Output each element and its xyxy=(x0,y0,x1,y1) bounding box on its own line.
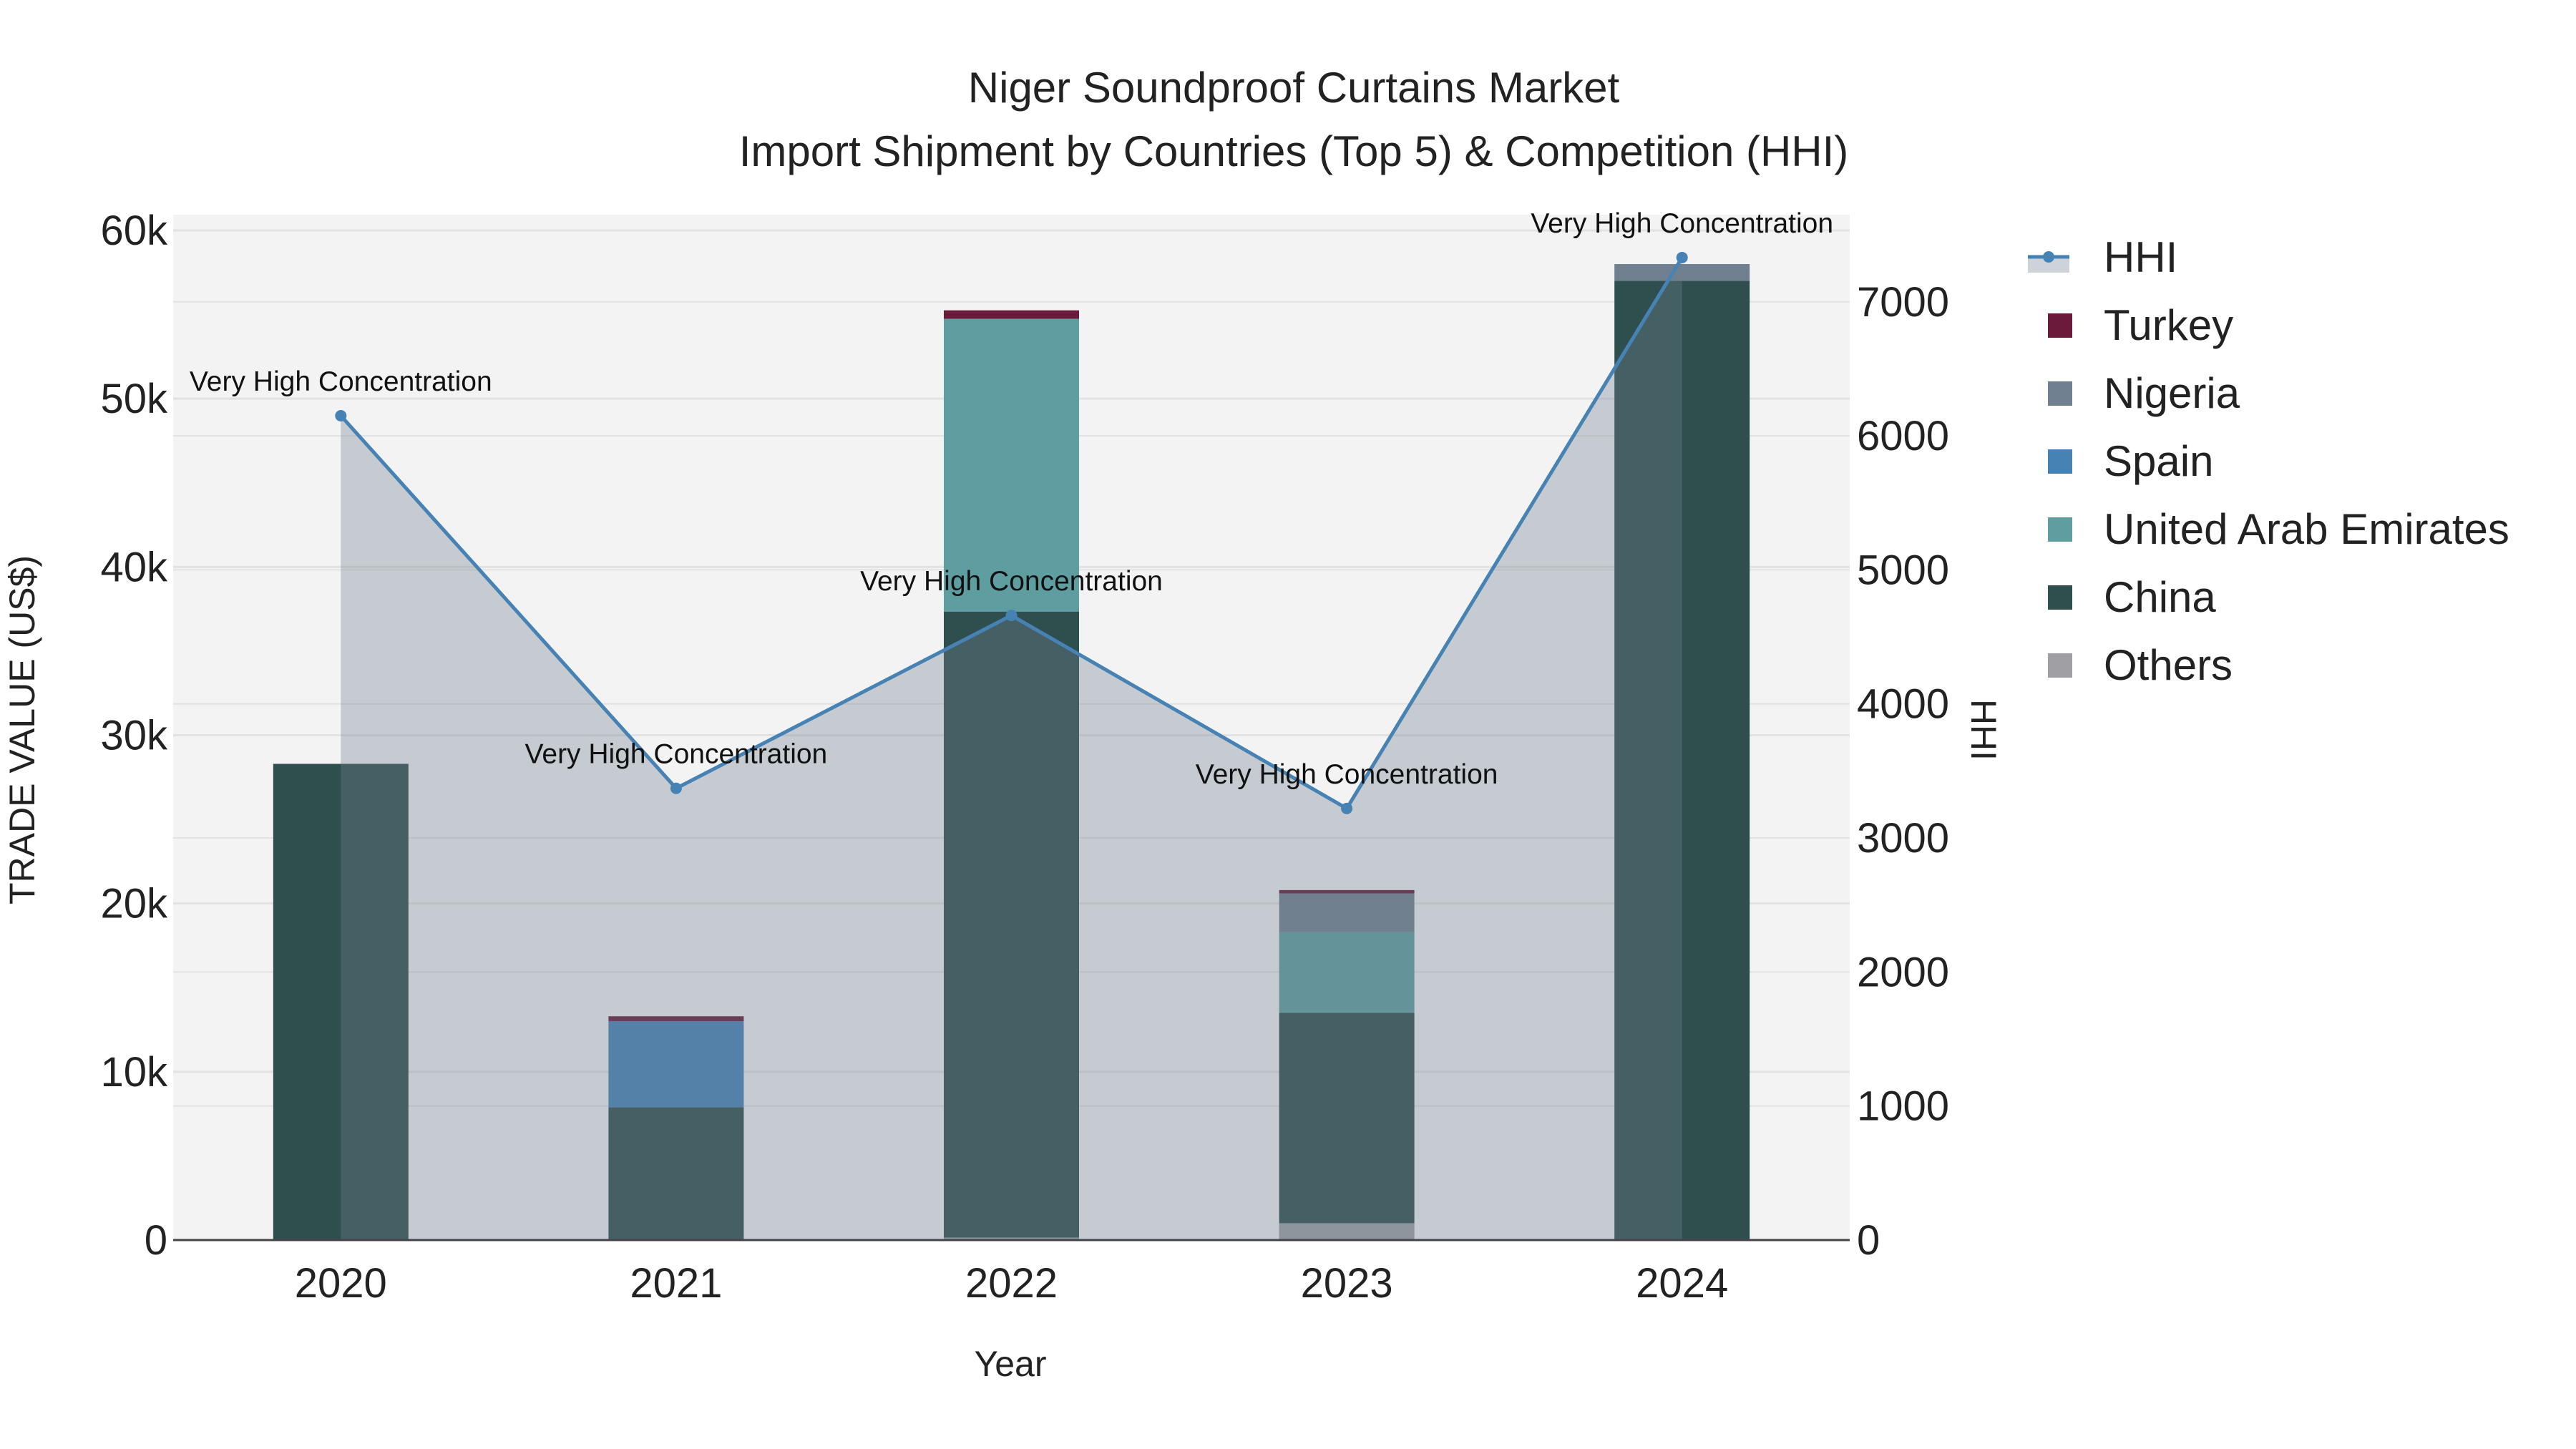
legend-item-hhi[interactable]: HHI xyxy=(2028,233,2177,281)
chart-subtitle: Import Shipment by Countries (Top 5) & C… xyxy=(739,127,1849,175)
x-tick-label: 2020 xyxy=(295,1260,387,1307)
legend-swatch xyxy=(2048,517,2072,542)
legend-label: China xyxy=(2104,573,2216,621)
legend-item-spain[interactable]: Spain xyxy=(2048,437,2213,485)
legend-swatch xyxy=(2048,313,2072,338)
hhi-annotation: Very High Concentration xyxy=(1531,208,1833,239)
hhi-point-2022 xyxy=(1005,610,1018,622)
hhi-annotation: Very High Concentration xyxy=(525,739,828,770)
legend-swatch xyxy=(2048,653,2072,678)
hhi-annotation: Very High Concentration xyxy=(1196,759,1498,790)
y-axis-ticks: 0 10k 20k 30k 40k 50k 60k xyxy=(100,208,168,1264)
legend-label: HHI xyxy=(2104,233,2177,281)
hhi-point-2021 xyxy=(670,782,682,794)
legend-item-china[interactable]: China xyxy=(2048,573,2216,621)
y-tick-label: 50k xyxy=(100,376,168,422)
hhi-point-2024 xyxy=(1676,251,1688,263)
legend-swatch xyxy=(2048,381,2072,406)
hhi-point-2023 xyxy=(1341,802,1353,814)
x-axis-title: Year xyxy=(974,1344,1046,1384)
legend-swatch xyxy=(2048,585,2072,610)
y-tick-label: 40k xyxy=(100,544,168,590)
x-tick-label: 2024 xyxy=(1636,1260,1728,1307)
legend-swatch-marker xyxy=(2043,251,2054,263)
legend-label: Turkey xyxy=(2104,301,2233,349)
legend-item-united-arab-emirates[interactable]: United Arab Emirates xyxy=(2048,505,2509,553)
y2-tick-label: 3000 xyxy=(1857,815,1949,862)
y2-axis-ticks: 0 1000 2000 3000 4000 5000 6000 7000 xyxy=(1857,279,1949,1264)
chart-title: Niger Soundproof Curtains Market xyxy=(968,64,1620,112)
y-tick-label: 0 xyxy=(145,1217,167,1264)
hhi-point-2020 xyxy=(335,409,347,421)
hhi-annotation: Very High Concentration xyxy=(190,366,492,397)
legend-label: United Arab Emirates xyxy=(2104,505,2509,553)
bar-turkey-2022 xyxy=(944,310,1079,319)
y-tick-label: 20k xyxy=(100,881,168,927)
x-tick-label: 2023 xyxy=(1301,1260,1393,1307)
x-tick-label: 2021 xyxy=(630,1260,722,1307)
x-tick-label: 2022 xyxy=(965,1260,1058,1307)
y-tick-label: 10k xyxy=(100,1049,168,1096)
hhi-annotation: Very High Concentration xyxy=(860,566,1163,597)
y2-tick-label: 7000 xyxy=(1857,279,1949,326)
y2-tick-label: 6000 xyxy=(1857,413,1949,459)
legend-label: Others xyxy=(2104,641,2233,689)
x-axis-ticks: 2020 2021 2022 2023 2024 xyxy=(295,1260,1728,1307)
legend-item-nigeria[interactable]: Nigeria xyxy=(2048,369,2240,417)
y2-tick-label: 2000 xyxy=(1857,949,1949,995)
y2-axis-title: HHI xyxy=(1963,699,2004,761)
y2-tick-label: 4000 xyxy=(1857,681,1949,728)
legend-item-turkey[interactable]: Turkey xyxy=(2048,301,2233,349)
y2-tick-label: 0 xyxy=(1857,1217,1880,1264)
legend-swatch xyxy=(2048,449,2072,474)
legend-item-others[interactable]: Others xyxy=(2048,641,2233,689)
legend: HHI Turkey Nigeria Spain United Arab Emirate… xyxy=(2028,233,2509,689)
y-tick-label: 30k xyxy=(100,713,168,759)
legend-label: Nigeria xyxy=(2104,369,2240,417)
y2-tick-label: 1000 xyxy=(1857,1083,1949,1130)
y-tick-label: 60k xyxy=(100,208,168,254)
legend-label: Spain xyxy=(2104,437,2213,485)
y-axis-title: TRADE VALUE (US$) xyxy=(2,555,42,904)
y2-tick-label: 5000 xyxy=(1857,547,1949,593)
chart: Very High Concentration Very High Concent… xyxy=(2,64,2509,1384)
